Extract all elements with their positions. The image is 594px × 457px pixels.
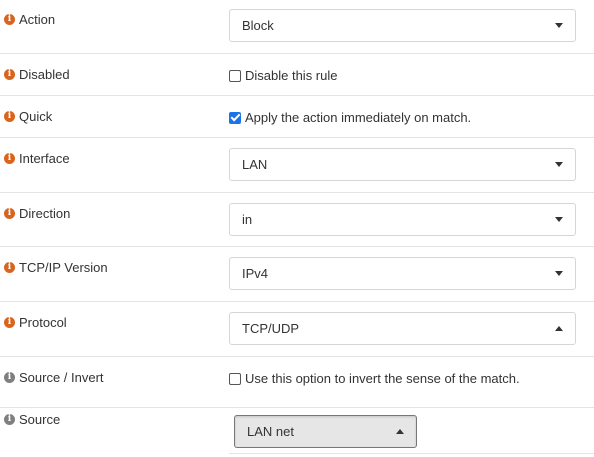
row-interface: i Interface LAN <box>0 138 594 193</box>
row-direction: i Direction in <box>0 193 594 247</box>
action-label: i Action <box>4 12 55 27</box>
disabled-label: i Disabled <box>4 67 70 82</box>
info-icon[interactable]: i <box>4 69 15 80</box>
direction-select[interactable]: in <box>229 203 576 236</box>
interface-label: i Interface <box>4 151 70 166</box>
direction-label: i Direction <box>4 206 70 221</box>
source-invert-checkbox-label: Use this option to invert the sense of t… <box>245 371 520 386</box>
source-label-text: Source <box>19 412 61 427</box>
interface-label-text: Interface <box>19 151 70 166</box>
protocol-label-text: Protocol <box>19 315 67 330</box>
quick-checkbox-wrap[interactable]: Apply the action immediately on match. <box>229 110 471 125</box>
info-icon[interactable]: i <box>4 208 15 219</box>
chevron-up-icon <box>555 326 563 331</box>
row-disabled: i Disabled Disable this rule <box>0 54 594 96</box>
row-protocol: i Protocol TCP/UDP <box>0 302 594 357</box>
direction-label-text: Direction <box>19 206 71 221</box>
protocol-select-value: TCP/UDP <box>242 321 300 336</box>
quick-label: i Quick <box>4 109 52 124</box>
chevron-up-icon <box>396 429 404 434</box>
info-icon[interactable]: i <box>4 14 15 25</box>
quick-checkbox-label: Apply the action immediately on match. <box>245 110 472 125</box>
row-action: i Action Block <box>0 0 594 54</box>
disabled-label-text: Disabled <box>19 67 70 82</box>
protocol-label: i Protocol <box>4 315 67 330</box>
tcpip-version-label-text: TCP/IP Version <box>19 260 108 275</box>
source-label: i Source <box>4 412 60 427</box>
disable-rule-checkbox-wrap[interactable]: Disable this rule <box>229 68 338 83</box>
tcpip-version-label: i TCP/IP Version <box>4 260 108 275</box>
interface-select[interactable]: LAN <box>229 148 576 181</box>
info-icon[interactable]: i <box>4 414 15 425</box>
source-invert-checkbox[interactable] <box>229 372 241 385</box>
row-tcpip-version: i TCP/IP Version IPv4 <box>0 247 594 302</box>
quick-checkbox[interactable] <box>229 111 241 124</box>
source-select-value: LAN net <box>247 424 294 439</box>
quick-label-text: Quick <box>19 109 53 124</box>
source-invert-label: i Source / Invert <box>4 370 104 385</box>
direction-select-value: in <box>242 212 253 227</box>
chevron-down-icon <box>555 217 563 222</box>
source-invert-label-text: Source / Invert <box>19 370 104 385</box>
protocol-select[interactable]: TCP/UDP <box>229 312 576 345</box>
action-select-value: Block <box>242 18 274 33</box>
interface-select-value: LAN <box>242 157 268 172</box>
source-select[interactable]: LAN net <box>234 415 417 448</box>
row-source-invert: i Source / Invert Use this option to inv… <box>0 357 594 408</box>
chevron-down-icon <box>555 162 563 167</box>
info-icon[interactable]: i <box>4 111 15 122</box>
action-select[interactable]: Block <box>229 9 576 42</box>
disable-rule-checkbox-label: Disable this rule <box>245 68 338 83</box>
info-icon[interactable]: i <box>4 372 15 383</box>
info-icon[interactable]: i <box>4 317 15 328</box>
info-icon[interactable]: i <box>4 153 15 164</box>
source-invert-checkbox-wrap[interactable]: Use this option to invert the sense of t… <box>229 371 520 386</box>
chevron-down-icon <box>555 271 563 276</box>
action-label-text: Action <box>19 12 56 27</box>
tcpip-version-select[interactable]: IPv4 <box>229 257 576 290</box>
info-icon[interactable]: i <box>4 262 15 273</box>
row-quick: i Quick Apply the action immediately on … <box>0 96 594 138</box>
firewall-rule-form: i Action Block i Disabled Disable this r… <box>0 0 594 457</box>
tcpip-version-select-value: IPv4 <box>242 266 269 281</box>
divider <box>229 453 594 454</box>
chevron-down-icon <box>555 23 563 28</box>
disable-rule-checkbox[interactable] <box>229 69 241 82</box>
